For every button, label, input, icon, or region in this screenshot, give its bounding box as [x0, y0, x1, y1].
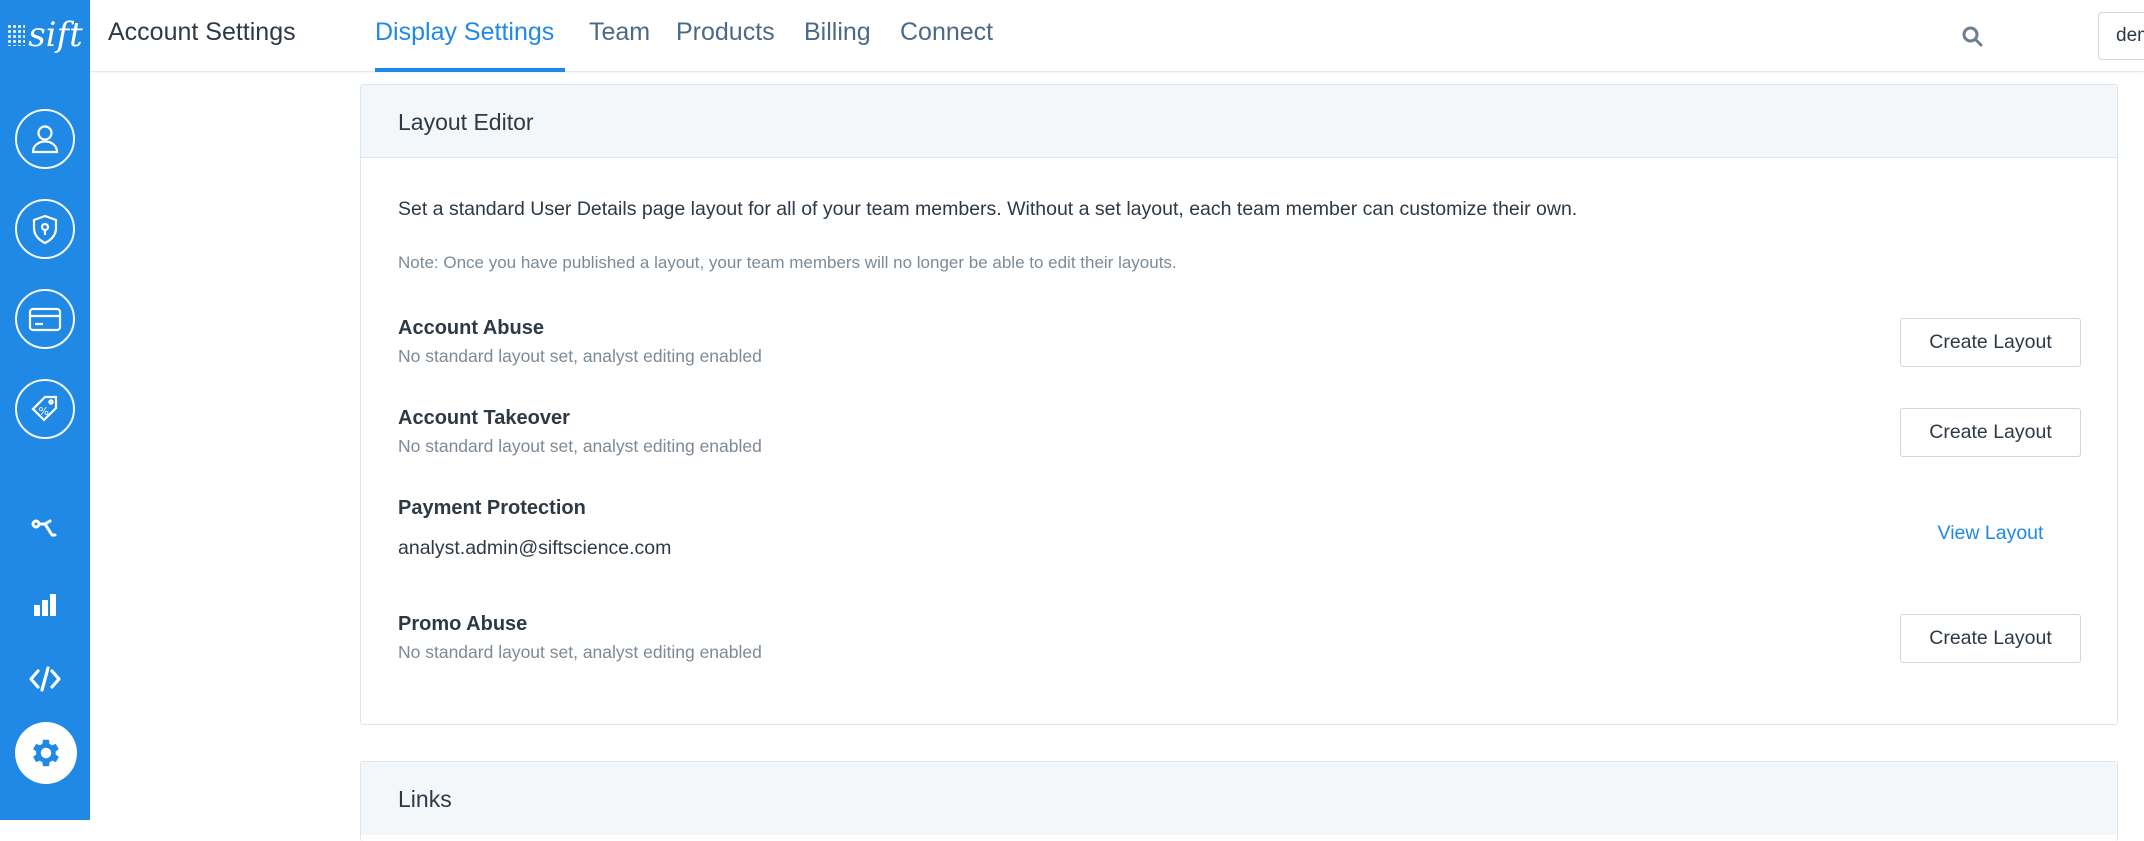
sidebar-item-analytics[interactable] — [25, 584, 65, 624]
sidebar-item-account-abuse[interactable] — [15, 109, 75, 169]
page-title: Account Settings — [108, 18, 296, 46]
sidebar-item-promo-abuse[interactable]: % — [15, 379, 75, 439]
tab-team[interactable]: Team — [589, 18, 650, 47]
tab-products[interactable]: Products — [676, 18, 775, 47]
user-name: demousers2 — [2116, 25, 2144, 46]
active-tab-indicator — [375, 68, 565, 72]
top-bar: Account Settings Display Settings Team P… — [90, 0, 2144, 72]
sidebar-item-developer[interactable] — [25, 659, 65, 699]
account-abuse-user-icon — [31, 125, 59, 154]
sidebar-item-settings[interactable] — [15, 722, 77, 784]
account-takeover-shield-icon — [32, 214, 58, 245]
row-title: Account Abuse — [398, 317, 544, 339]
sidebar-item-payment-protection[interactable] — [15, 289, 75, 349]
promo-abuse-tag-icon: % — [31, 395, 58, 422]
logo-text: sift — [28, 15, 83, 55]
tab-display-settings[interactable]: Display Settings — [375, 18, 554, 47]
links-title: Links — [361, 762, 2117, 835]
row-owner-email: analyst.admin@siftscience.com — [398, 537, 672, 559]
sidebar-item-account-takeover[interactable] — [15, 199, 75, 259]
create-layout-button-promo-abuse[interactable]: Create Layout — [1900, 614, 2081, 663]
layout-editor-title: Layout Editor — [361, 85, 2117, 158]
create-layout-button-account-takeover[interactable]: Create Layout — [1900, 408, 2081, 457]
layout-editor-card: Layout Editor Set a standard User Detail… — [360, 84, 2118, 725]
user-account-selector[interactable]: demousers2 — [2098, 12, 2144, 60]
search-icon[interactable] — [1960, 24, 1986, 50]
create-layout-button-account-abuse[interactable]: Create Layout — [1900, 318, 2081, 367]
links-card: Links — [360, 761, 2118, 841]
row-title: Account Takeover — [398, 407, 570, 429]
workflows-icon — [31, 519, 57, 537]
row-title: Payment Protection — [398, 497, 586, 519]
row-subtitle: No standard layout set, analyst editing … — [398, 436, 762, 456]
sift-logo[interactable]: sift — [0, 0, 90, 70]
tab-connect[interactable]: Connect — [900, 18, 993, 47]
svg-text:%: % — [39, 405, 49, 418]
row-subtitle: No standard layout set, analyst editing … — [398, 642, 762, 662]
logo-dots — [7, 24, 26, 46]
layout-editor-intro: Set a standard User Details page layout … — [398, 198, 1578, 220]
layout-editor-note: Note: Once you have published a layout, … — [398, 253, 1177, 272]
payment-protection-card-icon — [28, 307, 62, 332]
row-title: Promo Abuse — [398, 613, 528, 635]
sidebar: sift % — [0, 0, 90, 820]
row-subtitle: No standard layout set, analyst editing … — [398, 346, 762, 366]
view-layout-link-payment-protection[interactable]: View Layout — [1900, 513, 2081, 553]
sidebar-item-workflows[interactable] — [25, 509, 65, 549]
tab-billing[interactable]: Billing — [804, 18, 871, 47]
settings-gear-icon — [33, 739, 59, 767]
developer-code-icon — [29, 666, 61, 692]
analytics-bar-chart-icon — [34, 594, 56, 616]
